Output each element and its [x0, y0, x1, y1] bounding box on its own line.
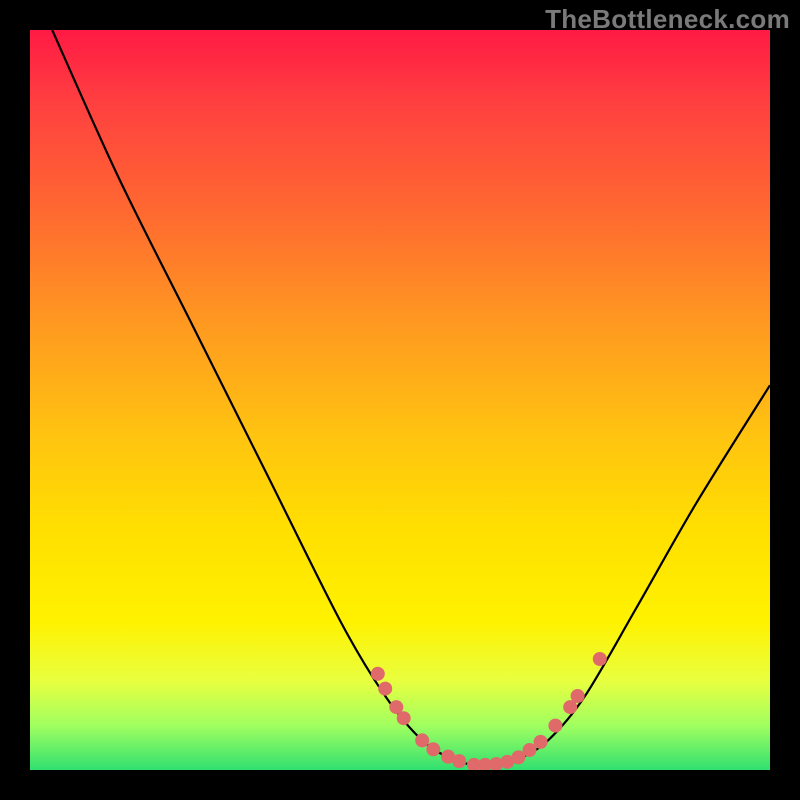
data-dot: [571, 689, 585, 703]
data-dots: [371, 652, 607, 770]
data-dot: [548, 719, 562, 733]
data-dot: [593, 652, 607, 666]
data-dot: [397, 711, 411, 725]
data-dot: [534, 735, 548, 749]
plot-area: [30, 30, 770, 770]
data-dot: [415, 733, 429, 747]
data-dot: [378, 682, 392, 696]
bottleneck-curve: [52, 30, 770, 766]
chart-svg: [30, 30, 770, 770]
data-dot: [426, 742, 440, 756]
data-dot: [371, 667, 385, 681]
watermark-text: TheBottleneck.com: [545, 4, 790, 35]
chart-frame: TheBottleneck.com: [0, 0, 800, 800]
data-dot: [452, 754, 466, 768]
